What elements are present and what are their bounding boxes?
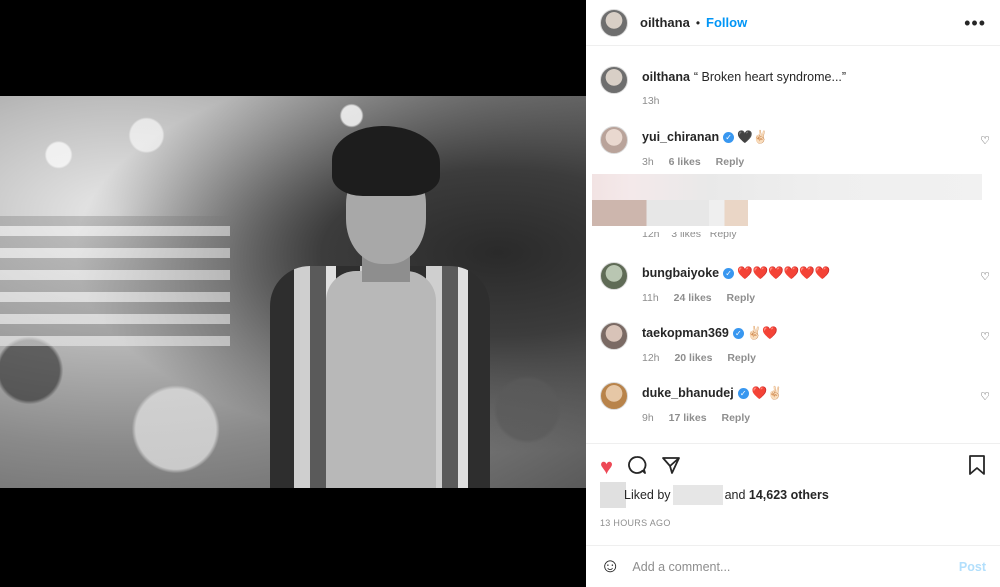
comment-likes[interactable]: 20 likes (674, 352, 712, 364)
reply-button[interactable]: Reply (721, 412, 750, 424)
reply-button[interactable]: Reply (727, 292, 756, 304)
comment-item: bungbaiyoke ✓ ❤️❤️❤️❤️❤️❤️ 11h 24 likes Re… (600, 262, 990, 304)
comment-text: ❤️❤️❤️❤️❤️❤️ (737, 266, 831, 280)
comment-username[interactable]: taekopman369 (642, 326, 729, 340)
post-caption: oilthana “ Broken heart syndrome...” 13h (600, 66, 990, 107)
caption-time: 13h (642, 95, 660, 107)
comment-like-heart-icon[interactable]: ♡ (980, 390, 990, 403)
comment-username[interactable]: duke_bhanudej (642, 386, 734, 400)
separator-dot: • (695, 15, 701, 30)
post-comment-button[interactable]: Post (959, 560, 986, 574)
reply-button[interactable]: Reply (716, 156, 745, 168)
obscured-comment-meta: 12h 3 likes Reply (642, 232, 737, 240)
comment-bubble-icon[interactable] (627, 455, 647, 479)
and-label: and (724, 488, 746, 502)
liker-avatar-obscured (600, 482, 626, 508)
more-horizontal-icon[interactable]: ••• (964, 14, 986, 32)
comment-item: duke_bhanudej ✓ ❤️✌🏻 9h 17 likes Reply ♡ (600, 382, 990, 424)
post-timestamp: 13 HOURS AGO (600, 518, 671, 528)
verified-badge-icon: ✓ (737, 388, 749, 399)
author-avatar[interactable] (600, 66, 628, 94)
bookmark-icon[interactable] (968, 455, 986, 479)
comment-likes[interactable]: 6 likes (669, 156, 701, 168)
emoji-icon[interactable]: ☺ (600, 555, 620, 578)
comment-item: yui_chiranan ✓ 🖤✌🏻 3h 6 likes Reply ♡ (600, 126, 990, 168)
post-side-panel: oilthana • Follow ••• oilthana “ Broken h… (586, 0, 1000, 587)
photo-background-fence (0, 216, 230, 346)
add-comment-bar: ☺ Post (586, 545, 1000, 587)
comment-text: 🖤✌🏻 (737, 130, 769, 144)
comment-text: ❤️✌🏻 (751, 386, 783, 400)
post-header: oilthana • Follow ••• (586, 0, 1000, 46)
comment-like-heart-icon[interactable]: ♡ (980, 270, 990, 283)
photo-subject (250, 126, 510, 488)
comment-username[interactable]: bungbaiyoke (642, 266, 719, 280)
comment-text: ✌🏻❤️ (746, 326, 778, 340)
reply-button[interactable]: Reply (727, 352, 756, 364)
caption-text: “ Broken heart syndrome...” (693, 70, 847, 84)
comment-like-heart-icon[interactable]: ♡ (980, 330, 990, 343)
verified-badge-icon: ✓ (723, 268, 735, 279)
author-username[interactable]: oilthana (640, 15, 690, 30)
liker-name-obscured (672, 485, 723, 505)
author-avatar[interactable] (600, 8, 628, 37)
verified-badge-icon: ✓ (732, 328, 744, 339)
commenter-avatar[interactable] (600, 382, 628, 410)
like-heart-icon[interactable]: ♥ (600, 456, 613, 478)
add-comment-input[interactable] (632, 559, 959, 574)
comments-list[interactable]: oilthana “ Broken heart syndrome...” 13h … (586, 46, 1000, 444)
commenter-avatar[interactable] (600, 262, 628, 290)
others-count-link[interactable]: 14,623 others (749, 488, 829, 502)
comment-time: 3h (642, 156, 654, 168)
liked-by-label: Liked by (624, 488, 671, 502)
likes-summary: Liked by and 14,623 others (600, 482, 829, 508)
verified-badge-icon: ✓ (723, 132, 735, 143)
caption-username[interactable]: oilthana (642, 70, 690, 84)
commenter-avatar[interactable] (600, 126, 628, 154)
post-photo[interactable] (0, 96, 586, 488)
comment-time: 9h (642, 412, 654, 424)
comment-username[interactable]: yui_chiranan (642, 130, 719, 144)
comment-item: taekopman369 ✓ ✌🏻❤️ 12h 20 likes Reply ♡ (600, 322, 990, 364)
post-media (0, 0, 586, 587)
comment-time: 11h (642, 292, 659, 304)
commenter-avatar[interactable] (600, 322, 628, 350)
follow-button[interactable]: Follow (706, 15, 747, 30)
share-paper-plane-icon[interactable] (661, 455, 681, 479)
post-actions-bar: ♥ (600, 454, 990, 480)
comment-time: 12h (642, 352, 660, 364)
comment-likes[interactable]: 24 likes (674, 292, 712, 304)
obscured-comment (592, 174, 982, 226)
comment-like-heart-icon[interactable]: ♡ (980, 134, 990, 147)
comment-likes[interactable]: 17 likes (669, 412, 707, 424)
